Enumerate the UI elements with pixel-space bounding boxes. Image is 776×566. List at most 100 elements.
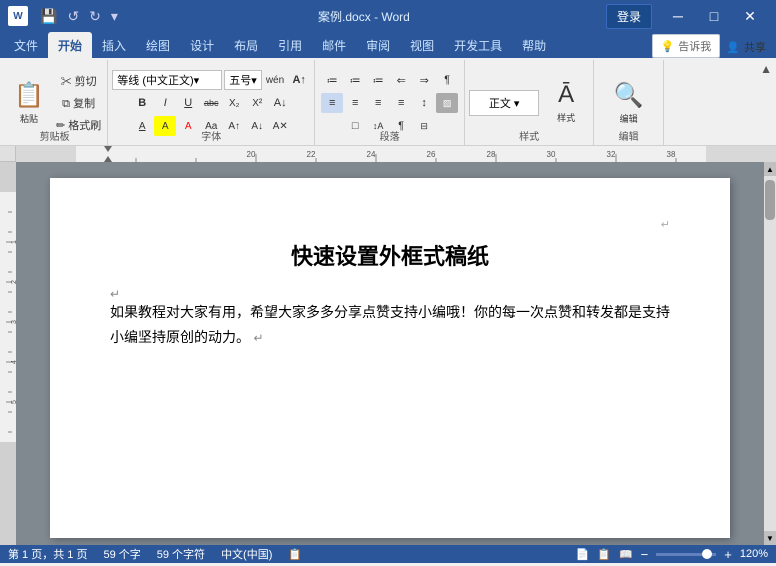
clear-format-btn[interactable]: A✕ [269,116,291,136]
copy-button[interactable]: ⧉ 复制 [54,93,103,113]
clipboard-label: 剪贴板 [40,128,70,143]
align-left-btn[interactable]: ≡ [321,93,343,113]
font-shrink-btn[interactable]: A↓ [269,93,291,113]
ruler-area: 20 22 24 26 28 30 32 38 [0,146,776,162]
superscript-button[interactable]: X² [246,93,268,113]
ribbon-group-paragraph: ≔ ≔ ≔ ⇐ ⇒ ¶ ≡ ≡ ≡ ≡ ↕ ▨ □ ↕A ¶ ⊟ 段落 [315,60,465,145]
column-btn[interactable]: ⊟ [413,116,435,136]
word-app-icon: W [8,6,28,26]
undo-quick-btn[interactable]: ↺ [63,6,83,27]
customize-quick-btn[interactable]: ▾ [107,6,122,27]
scroll-up-btn[interactable]: ▲ [764,162,776,176]
title-pilcrow: ↵ [110,287,120,301]
lightbulb-icon: 💡 [661,40,675,53]
font-size-selector[interactable]: 五号▾ [224,70,262,90]
view-read-btn[interactable]: 📖 [619,548,633,561]
shrink-aa-btn[interactable]: A↓ [246,116,268,136]
status-right: 📄 📋 📖 − + 120% [576,547,768,562]
align-right-btn[interactable]: ≡ [367,93,389,113]
zoom-plus-btn[interactable]: + [724,547,732,562]
tab-design[interactable]: 设计 [180,32,224,58]
editing-icon: 🔍 [614,81,644,110]
title-bar: W 💾 ↺ ↻ ▾ 案例.docx - Word 登录 ─ □ ✕ [0,0,776,32]
indent-inc-btn[interactable]: ⇒ [413,70,435,90]
styles-label: 样式 [557,111,575,124]
editing-btn[interactable]: 🔍 编辑 [606,69,652,137]
tab-draw[interactable]: 绘图 [136,32,180,58]
view-layout-btn[interactable]: 📋 [597,548,611,561]
title-bar-left: W 💾 ↺ ↻ ▾ [8,6,122,27]
zoom-minus-btn[interactable]: − [641,547,649,562]
share-button[interactable]: 👤 共享 [720,36,772,58]
collapse-ribbon-btn[interactable]: ▲ [756,60,776,78]
show-para-btn[interactable]: ¶ [436,70,458,90]
font-grow-btn[interactable]: A↑ [288,70,310,90]
styles-gallery[interactable]: 正文 ▾ [469,90,539,116]
minimize-button[interactable]: ─ [660,0,696,32]
tab-references[interactable]: 引用 [268,32,312,58]
grow-aa-btn[interactable]: A↑ [223,116,245,136]
text-highlight-btn[interactable]: A [154,116,176,136]
align-center-btn[interactable]: ≡ [344,93,366,113]
font-name-selector[interactable]: 等线 (中文正文)▾ [112,70,222,90]
ribbon-group-font: 等线 (中文正文)▾ 五号▾ wén A↑ B I U abc X₂ X² A↓… [108,60,315,145]
wen-btn[interactable]: wén [264,70,286,90]
text-effect-btn[interactable]: A [131,116,153,136]
body-pilcrow: ↵ [254,331,264,345]
scroll-thumb[interactable] [765,180,775,220]
tab-home[interactable]: 开始 [48,32,92,58]
numbering-btn[interactable]: ≔ [344,70,366,90]
document-body[interactable]: 如果教程对大家有用，希望大家多多分享点赞支持小编哦！你的每一次点赞和转发都是支持… [110,301,670,351]
svg-text:20: 20 [247,150,256,159]
save-quick-btn[interactable]: 💾 [36,6,61,27]
redo-quick-btn[interactable]: ↻ [85,6,105,27]
quick-access-toolbar: 💾 ↺ ↻ ▾ [36,6,122,27]
ribbon-group-editing: 🔍 编辑 编辑 [594,60,664,145]
borders-btn[interactable]: □ [344,116,366,136]
italic-button[interactable]: I [154,93,176,113]
tab-view[interactable]: 视图 [400,32,444,58]
tab-help[interactable]: 帮助 [512,32,556,58]
vertical-scrollbar[interactable]: ▲ ▼ [764,162,776,545]
subscript-button[interactable]: X₂ [223,93,245,113]
view-normal-btn[interactable]: 📄 [576,548,590,561]
ribbon-group-clipboard: 📋 粘贴 ✂ 剪切 ⧉ 复制 ✏ 格式刷 剪贴板 [2,60,108,145]
paste-label: 粘贴 [20,112,38,125]
tab-insert[interactable]: 插入 [92,32,136,58]
tab-review[interactable]: 审阅 [356,32,400,58]
status-bar: 第 1 页，共 1 页 59 个字 59 个字符 中文(中国) 📋 📄 📋 📖 … [0,545,776,563]
shading-btn[interactable]: ▨ [436,93,458,113]
line-spacing-btn[interactable]: ↕ [413,93,435,113]
strikethrough-button[interactable]: abc [200,93,222,113]
cut-button[interactable]: ✂ 剪切 [54,71,103,91]
tab-mailings[interactable]: 邮件 [312,32,356,58]
login-button[interactable]: 登录 [606,4,652,29]
svg-text:2: 2 [11,280,16,284]
styles-pane-btn[interactable]: Ā 样式 [543,69,589,137]
bullets-btn[interactable]: ≔ [321,70,343,90]
tab-file[interactable]: 文件 [4,32,48,58]
document-page: ↵ 快速设置外框式稿纸 ↵ 如果教程对大家有用，希望大家多多分享点赞支持小编哦！… [50,178,730,538]
zoom-slider[interactable] [656,553,716,556]
bold-button[interactable]: B [131,93,153,113]
justify-btn[interactable]: ≡ [390,93,412,113]
restore-button[interactable]: □ [696,0,732,32]
indent-dec-btn[interactable]: ⇐ [390,70,412,90]
tab-layout[interactable]: 布局 [224,32,268,58]
multilevel-btn[interactable]: ≔ [367,70,389,90]
tab-developer[interactable]: 开发工具 [444,32,512,58]
tell-me-label: 告诉我 [678,38,711,54]
font-color-btn[interactable]: A [177,116,199,136]
tell-me-input[interactable]: 💡 告诉我 [652,34,721,58]
svg-text:4: 4 [11,360,16,364]
document-area[interactable]: ↵ 快速设置外框式稿纸 ↵ 如果教程对大家有用，希望大家多多分享点赞支持小编哦！… [16,162,764,545]
paste-button[interactable]: 📋 粘贴 [6,69,52,137]
zoom-thumb[interactable] [702,549,712,559]
underline-button[interactable]: U [177,93,199,113]
ribbon-toolbar: 📋 粘贴 ✂ 剪切 ⧉ 复制 ✏ 格式刷 剪贴板 等线 (中文正文)▾ 五号▾ [0,58,776,146]
close-button[interactable]: ✕ [732,0,768,32]
word-count: 59 个字 [103,546,140,562]
editing-group-label: 编辑 [619,128,639,143]
horizontal-ruler: 20 22 24 26 28 30 32 38 [16,146,776,162]
scroll-down-btn[interactable]: ▼ [764,531,776,545]
